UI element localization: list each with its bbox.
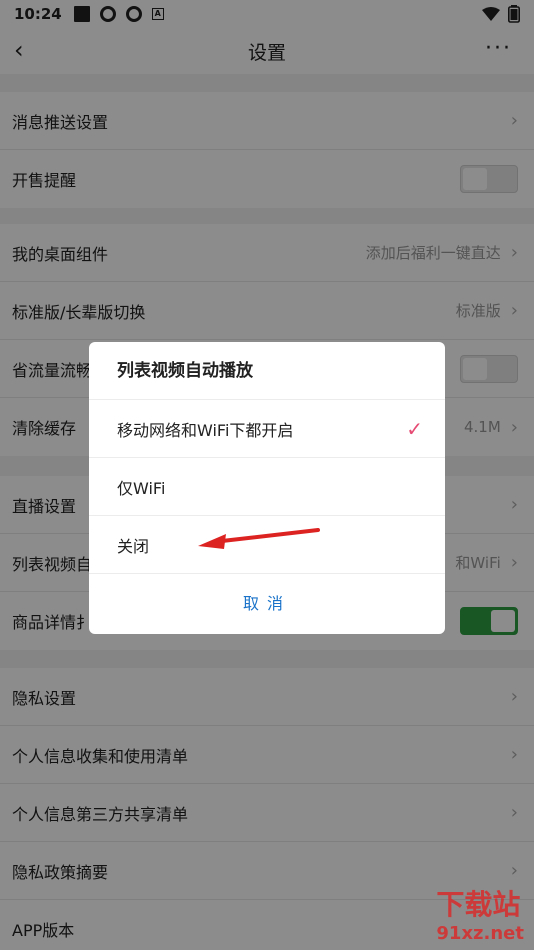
- watermark-title: 下载站: [436, 888, 521, 921]
- watermark: 下载站 91xz.net: [436, 883, 524, 944]
- watermark-site: 91xz.net: [436, 923, 524, 944]
- red-arrow-annotation: [198, 528, 320, 549]
